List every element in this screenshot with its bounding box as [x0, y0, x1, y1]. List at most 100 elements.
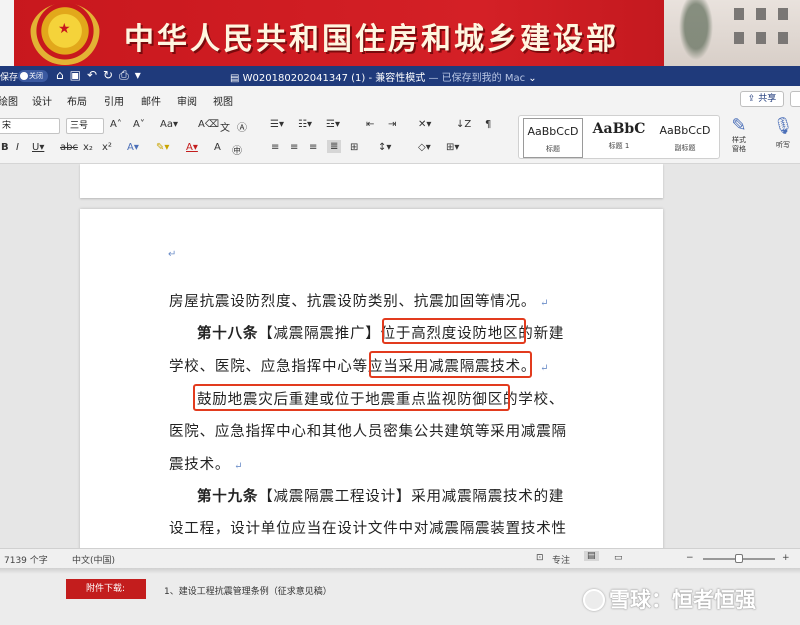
grow-font-icon[interactable]: A˄	[110, 119, 122, 130]
clear-format-icon[interactable]: A⌫	[198, 119, 219, 130]
save-icon[interactable]: ▣	[70, 68, 87, 82]
style-heading-1[interactable]: AaBbC 标题 1	[589, 118, 649, 158]
title-chevron-icon[interactable]: ⌄	[528, 73, 536, 84]
font-name-field[interactable]: 宋	[0, 118, 60, 134]
paragraph-mark-icon: ↵	[536, 298, 550, 309]
style-sample: AaBbC	[592, 121, 646, 137]
snowball-logo-icon	[583, 589, 605, 611]
comments-button[interactable]	[790, 91, 800, 107]
tab-mailings[interactable]: 邮件	[141, 93, 161, 108]
style-title[interactable]: AaBbCcD 标题	[523, 118, 583, 158]
ribbon-tabs: 绘图 设计 布局 引用 邮件 审阅 视图 ⇪ 共享	[0, 86, 800, 112]
change-case-icon[interactable]: Aa▾	[160, 119, 178, 130]
style-subtitle[interactable]: AaBbCcD 副标题	[655, 118, 715, 158]
article-number: 第十八条	[197, 325, 259, 342]
page-footer: 附件下载: 1、建设工程抗震管理条例（征求意见稿） 雪球：恒者恒强	[0, 568, 800, 625]
decrease-indent-icon[interactable]: ⇤	[366, 119, 374, 130]
zoom-slider-handle[interactable]	[735, 554, 743, 563]
styles-pane-button[interactable]: ✎ 样式 窗格	[726, 116, 752, 154]
zoom-out-icon[interactable]: −	[686, 553, 694, 563]
customize-chevron-icon[interactable]: ▾	[135, 68, 147, 82]
dictate-label: 听写	[776, 141, 790, 149]
bullets-icon[interactable]: ☰▾	[270, 119, 284, 130]
window-titlebar: 保存 关闭 ⌂▣↶↻⎙▾ ▤ W020180202041347 (1) - 兼容…	[0, 66, 800, 86]
line-text: 学校、医院、应急指挥中心等应当采用减震隔震技术。	[169, 359, 537, 375]
undo-icon[interactable]: ↶	[87, 68, 103, 82]
web-layout-view-icon[interactable]: ▭	[614, 553, 623, 563]
asian-layout-icon[interactable]: ✕▾	[418, 119, 431, 130]
char-shading-icon[interactable]: A	[214, 142, 221, 153]
increase-indent-icon[interactable]: ⇥	[388, 119, 396, 130]
justify-icon[interactable]: ≣	[327, 140, 342, 153]
document-page[interactable]: ↵ 房屋抗震设防烈度、抗震设防类别、抗震加固等情况。 ↵ 第十八条【减震隔震推广…	[80, 209, 663, 548]
home-icon[interactable]: ⌂	[56, 68, 70, 82]
align-left-icon[interactable]: ≡	[271, 142, 279, 153]
char-border-icon[interactable]: Ⓐ	[237, 119, 247, 134]
show-marks-icon[interactable]: ¶	[485, 119, 491, 130]
footer-shadow	[0, 568, 800, 574]
sort-icon[interactable]: ↓Z	[456, 119, 471, 130]
zoom-in-icon[interactable]: +	[782, 553, 790, 563]
distributed-icon[interactable]: ⊞	[350, 142, 358, 153]
borders-icon[interactable]: ⊞▾	[446, 142, 459, 153]
style-name: 标题 1	[608, 142, 630, 150]
font-size-field[interactable]: 三号	[66, 118, 104, 134]
word-count[interactable]: 7139 个字	[4, 553, 48, 566]
focus-mode-icon[interactable]: ⊡	[536, 553, 544, 563]
enclose-char-icon[interactable]: ㊥	[232, 142, 242, 157]
bold-icon[interactable]: B	[1, 142, 9, 153]
tab-review[interactable]: 审阅	[177, 93, 197, 108]
banner-title: 中华人民共和国住房和城乡建设部	[124, 22, 619, 57]
shading-icon[interactable]: ◇▾	[418, 142, 431, 153]
document-canvas: ↵ 房屋抗震设防烈度、抗震设防类别、抗震加固等情况。 ↵ 第十八条【减震隔震推广…	[0, 164, 800, 548]
doc-line-2: 第十八条【减震隔震推广】位于高烈度设防地区的新建	[197, 322, 564, 343]
italic-icon[interactable]: I	[16, 142, 19, 153]
ministry-banner: ★ 中华人民共和国住房和城乡建设部	[0, 0, 800, 66]
align-right-icon[interactable]: ≡	[309, 142, 317, 153]
line-text: 设工程，设计单位应当在设计文件中对减震隔震装置技术性	[169, 521, 567, 537]
numbering-icon[interactable]: ☷▾	[298, 119, 312, 130]
line-text: 鼓励地震灾后重建或位于地震重点监视防御区的学校、	[197, 392, 565, 408]
autosave-label: 保存	[0, 73, 19, 83]
font-name-value: 宋	[2, 121, 12, 131]
line-text: 房屋抗震设防烈度、抗震设防类别、抗震加固等情况。	[169, 294, 537, 310]
doc-line-5: 医院、应急指挥中心和其他人员密集公共建筑等采用减震隔	[169, 420, 567, 441]
line-spacing-icon[interactable]: ↕▾	[378, 142, 391, 153]
doc-line-3: 学校、医院、应急指挥中心等应当采用减震隔震技术。 ↵	[169, 355, 549, 376]
share-button[interactable]: ⇪ 共享	[740, 91, 784, 107]
print-layout-view-icon[interactable]: ▤	[584, 551, 599, 561]
line-text: 医院、应急指挥中心和其他人员密集公共建筑等采用减震隔	[169, 424, 567, 440]
language-indicator[interactable]: 中文(中国)	[72, 553, 115, 566]
share-icon: ⇪	[747, 94, 759, 104]
tab-draw[interactable]: 绘图	[0, 93, 18, 108]
print-icon[interactable]: ⎙	[119, 68, 135, 82]
multilevel-list-icon[interactable]: ☲▾	[326, 119, 340, 130]
shrink-font-icon[interactable]: A˅	[133, 119, 145, 130]
text-effects-icon[interactable]: A▾	[127, 142, 139, 153]
strikethrough-icon[interactable]: abc	[60, 142, 78, 153]
autosave-toggle[interactable]: 关闭	[18, 70, 48, 82]
tab-references[interactable]: 引用	[104, 93, 124, 108]
phonetic-guide-icon[interactable]: 文	[220, 119, 230, 134]
align-center-icon[interactable]: ≡	[290, 142, 298, 153]
doc-line-1: 房屋抗震设防烈度、抗震设防类别、抗震加固等情况。 ↵	[169, 290, 549, 311]
superscript-icon[interactable]: x²	[102, 142, 112, 153]
redo-icon[interactable]: ↻	[103, 68, 119, 82]
font-color-icon[interactable]: A▾	[186, 142, 198, 153]
dictate-button[interactable]: 🎙 听写	[770, 116, 796, 150]
tab-design[interactable]: 设计	[32, 93, 52, 108]
line-text: 震技术。	[169, 457, 231, 473]
paragraph-mark-icon: ↵	[168, 249, 177, 260]
focus-mode-label[interactable]: 专注	[552, 553, 570, 566]
tab-view[interactable]: 视图	[213, 93, 233, 108]
tab-layout[interactable]: 布局	[67, 93, 87, 108]
style-sample: AaBbCcD	[659, 124, 711, 137]
font-size-value: 三号	[70, 121, 89, 131]
underline-icon[interactable]: U▾	[32, 142, 44, 153]
word-doc-icon: ▤	[230, 73, 243, 84]
subscript-icon[interactable]: x₂	[83, 142, 93, 153]
download-link[interactable]: 1、建设工程抗震管理条例（征求意见稿）	[164, 584, 332, 597]
doc-name: W020180202041347 (1)	[242, 73, 366, 84]
highlight-icon[interactable]: ✎▾	[156, 142, 169, 153]
paragraph-mark-icon: ↵	[230, 461, 244, 472]
